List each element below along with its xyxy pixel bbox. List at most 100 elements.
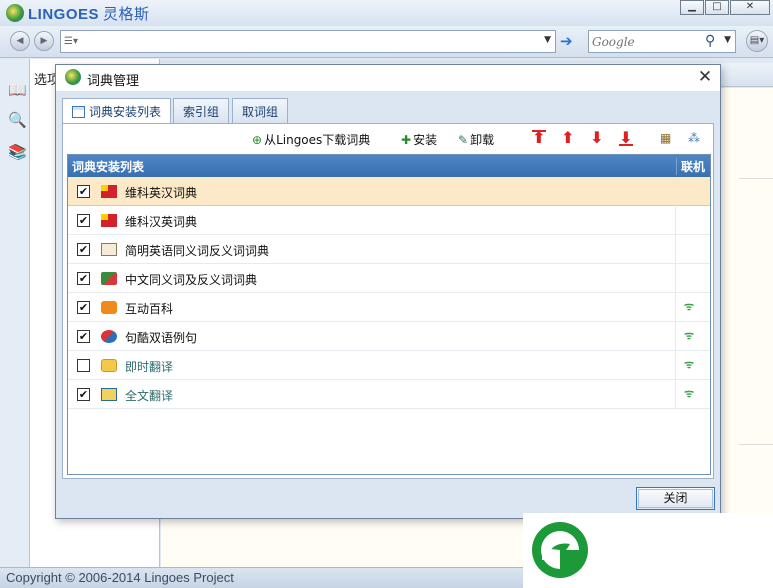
app-titlebar: LINGOES 灵格斯 ▁ □ ✕: [0, 0, 773, 26]
list-item[interactable]: ✔ 互动百科 ᯤ: [68, 293, 710, 322]
app-title: LINGOES 灵格斯: [28, 3, 150, 24]
column-header-name[interactable]: 词典安装列表: [72, 158, 144, 175]
download-label: 从Lingoes下载词典: [264, 133, 371, 147]
dictionary-list: 词典安装列表 联机 ✔ 维科英汉词典 ✔ 维科汉英词典 ✔ 简明英语同义词反义词…: [67, 154, 711, 475]
tab-install-list[interactable]: 词典安装列表: [62, 98, 172, 124]
tab-capture-groups[interactable]: 取词组: [232, 98, 289, 123]
leaf-logo-icon: [532, 522, 588, 578]
enable-checkbox[interactable]: ✔: [77, 388, 90, 401]
divider: [675, 177, 676, 206]
lingoes-logo-icon: [65, 69, 81, 85]
tab-panel: ⊕ 从Lingoes下载词典 ✚ 安装 ✎ 卸载 ⬆ ⬆ ⬇ ⬇ ▦ ⁂ 词典安装列表…: [62, 123, 714, 479]
back-button[interactable]: ◀: [10, 31, 30, 51]
action-toolbar: ⊕ 从Lingoes下载词典 ✚ 安装 ✎ 卸载 ⬆ ⬆ ⬇ ⬇ ▦ ⁂: [63, 124, 713, 154]
list-item[interactable]: ✔ 句酷双语例句 ᯤ: [68, 322, 710, 351]
move-to-top-icon[interactable]: ⬆: [530, 129, 548, 147]
tab-index-groups[interactable]: 索引组: [173, 98, 230, 123]
dialog-titlebar: 词典管理 ✕: [56, 65, 720, 91]
dictionary-name: 中文同义词及反义词词典: [125, 273, 258, 287]
enable-checkbox[interactable]: ✔: [77, 330, 90, 343]
juku-icon: [101, 330, 117, 343]
dictionary-manager-dialog: 词典管理 ✕ 词典安装列表 索引组 取词组 ⊕ 从Lingoes下载词典 ✚ 安装 …: [55, 64, 721, 519]
lookup-input[interactable]: ☰▾ ▼: [60, 30, 556, 53]
dictionary-name: 全文翻译: [125, 389, 174, 403]
list-item[interactable]: 即时翻译 ᯤ: [68, 351, 710, 380]
list-item[interactable]: ✔ 维科英汉词典: [68, 177, 710, 206]
dictionary-book-icon[interactable]: 📖: [8, 81, 27, 99]
full-translate-icon: [101, 388, 117, 401]
download-dictionary-button[interactable]: ⊕ 从Lingoes下载词典: [252, 131, 370, 148]
enable-checkbox[interactable]: ✔: [77, 243, 90, 256]
divider: [739, 178, 773, 179]
list-item[interactable]: ✔ 简明英语同义词反义词词典: [68, 235, 710, 264]
app-name-cn: 灵格斯: [103, 6, 150, 23]
dialog-close-icon[interactable]: ✕: [696, 67, 714, 87]
list-icon: [72, 106, 85, 118]
library-icon[interactable]: 📚: [8, 143, 27, 161]
online-signal-icon: ᯤ: [684, 358, 695, 371]
divider: [675, 322, 676, 351]
instant-translate-icon: [101, 359, 117, 372]
synonym-icon: [101, 272, 117, 285]
divider: [675, 351, 676, 380]
list-item[interactable]: ✔ 维科汉英词典: [68, 206, 710, 235]
uninstall-icon: ✎: [458, 133, 469, 147]
move-up-icon[interactable]: ⬆: [559, 129, 577, 147]
list-menu-icon[interactable]: ☰▾: [64, 36, 78, 47]
hudong-icon: [101, 301, 117, 314]
main-toolbar: ◀ ▶ ☰▾ ▼ ➔ ⚲ ▼ ▤▾: [0, 26, 773, 58]
flag-cn-en-icon: [101, 214, 117, 227]
copyright-text: Copyright © 2006-2014 Lingoes Project: [6, 570, 234, 585]
list-item[interactable]: ✔ 中文同义词及反义词词典: [68, 264, 710, 293]
maximize-button[interactable]: □: [705, 0, 729, 15]
enable-checkbox[interactable]: [77, 359, 90, 372]
app-name: LINGOES: [28, 6, 100, 23]
enable-checkbox[interactable]: ✔: [77, 272, 90, 285]
group-icon[interactable]: ⁂: [688, 131, 700, 145]
column-header-online[interactable]: 联机: [676, 158, 705, 175]
close-label: 关闭: [663, 491, 688, 505]
enable-checkbox[interactable]: ✔: [77, 301, 90, 314]
forward-button[interactable]: ▶: [34, 31, 54, 51]
minimize-button[interactable]: ▁: [680, 0, 704, 15]
close-button[interactable]: 关闭: [636, 487, 715, 510]
install-button[interactable]: ✚ 安装: [401, 131, 437, 148]
dialog-title: 词典管理: [87, 74, 140, 89]
search-engine-dropdown-icon[interactable]: ▼: [724, 35, 731, 45]
main-menu-icon[interactable]: ▤▾: [746, 30, 768, 52]
tab-label: 索引组: [183, 105, 220, 119]
dictionary-name: 即时翻译: [125, 360, 174, 374]
search-icon[interactable]: ⚲: [705, 33, 715, 49]
online-signal-icon: ᯤ: [684, 329, 695, 342]
tab-label: 取词组: [242, 105, 279, 119]
enable-checkbox[interactable]: ✔: [77, 185, 90, 198]
go-arrow-icon[interactable]: ➔: [560, 32, 573, 50]
dictionary-name: 简明英语同义词反义词词典: [125, 244, 270, 258]
tab-label: 词典安装列表: [89, 105, 162, 119]
divider: [675, 235, 676, 264]
window-close-button[interactable]: ✕: [730, 0, 770, 15]
google-search-input[interactable]: [592, 34, 702, 49]
install-label: 安装: [413, 133, 438, 147]
dictionary-name: 维科英汉词典: [125, 186, 198, 200]
uninstall-button[interactable]: ✎ 卸载: [458, 131, 494, 148]
online-signal-icon: ᯤ: [684, 300, 695, 313]
dictionary-name: 维科汉英词典: [125, 215, 198, 229]
book-icon: [101, 243, 117, 256]
move-down-icon[interactable]: ⬇: [588, 129, 606, 147]
divider: [675, 293, 676, 322]
properties-icon[interactable]: ▦: [660, 131, 671, 145]
divider: [739, 444, 773, 445]
move-to-bottom-icon[interactable]: ⬇: [617, 129, 635, 147]
uninstall-label: 卸载: [470, 133, 495, 147]
lookup-dropdown-icon[interactable]: ▼: [544, 35, 551, 45]
flag-en-cn-icon: [101, 185, 117, 198]
divider: [675, 206, 676, 235]
dictionary-name: 句酷双语例句: [125, 331, 198, 345]
lookup-icon[interactable]: 🔍: [8, 111, 27, 129]
google-search-box[interactable]: ⚲ ▼: [588, 30, 736, 53]
enable-checkbox[interactable]: ✔: [77, 214, 90, 227]
lingoes-logo-icon: [6, 4, 24, 22]
dictionary-name: 互动百科: [125, 302, 174, 316]
list-item[interactable]: ✔ 全文翻译 ᯤ: [68, 380, 710, 409]
